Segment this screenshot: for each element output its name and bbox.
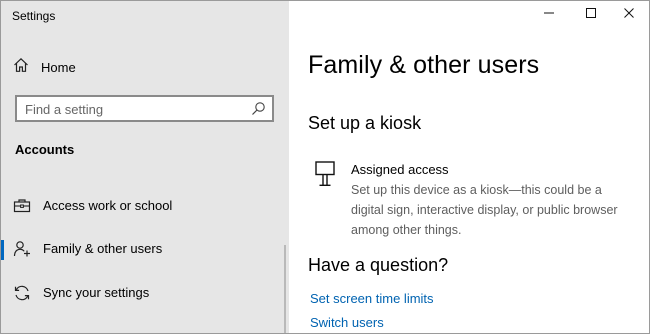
minimize-button[interactable] [527,1,571,29]
close-icon [623,6,635,24]
close-button[interactable] [607,1,649,29]
home-label: Home [41,59,76,75]
sidebar-item-family-users[interactable]: Family & other users [1,234,289,264]
search-icon[interactable] [251,101,266,121]
selection-indicator [1,240,4,260]
kiosk-heading: Set up a kiosk [308,113,422,133]
accounts-heading: Accounts [15,142,75,157]
assigned-access-description: Set up this device as a kiosk—this could… [351,183,618,237]
home-icon [13,57,29,78]
page-title: Family & other users [308,51,540,79]
search-box[interactable] [15,95,274,122]
switch-users-link[interactable]: Switch users [310,315,384,330]
question-heading: Have a question? [308,255,449,275]
sidebar-scrollbar[interactable] [284,245,286,333]
sync-icon [13,284,31,302]
sidebar-item-label: Access work or school [43,198,173,213]
maximize-icon [585,6,597,24]
home-nav-item[interactable]: Home [13,57,76,77]
sidebar-item-label: Sync your settings [43,285,150,300]
sidebar: Settings Home Accounts [1,1,289,333]
set-screen-time-link[interactable]: Set screen time limits [310,291,434,306]
settings-window: Settings Home Accounts [0,0,650,334]
kiosk-monitor-icon[interactable] [315,161,335,192]
sidebar-item-sync-settings[interactable]: Sync your settings [1,278,289,308]
search-input[interactable] [25,100,245,118]
app-title: Settings [12,9,56,23]
sidebar-item-access-work[interactable]: Access work or school [1,191,289,221]
minimize-icon [543,6,555,24]
briefcase-icon [13,197,31,215]
assigned-access-title[interactable]: Assigned access [351,162,449,177]
sidebar-item-label: Family & other users [43,241,163,256]
person-add-icon [13,240,31,258]
